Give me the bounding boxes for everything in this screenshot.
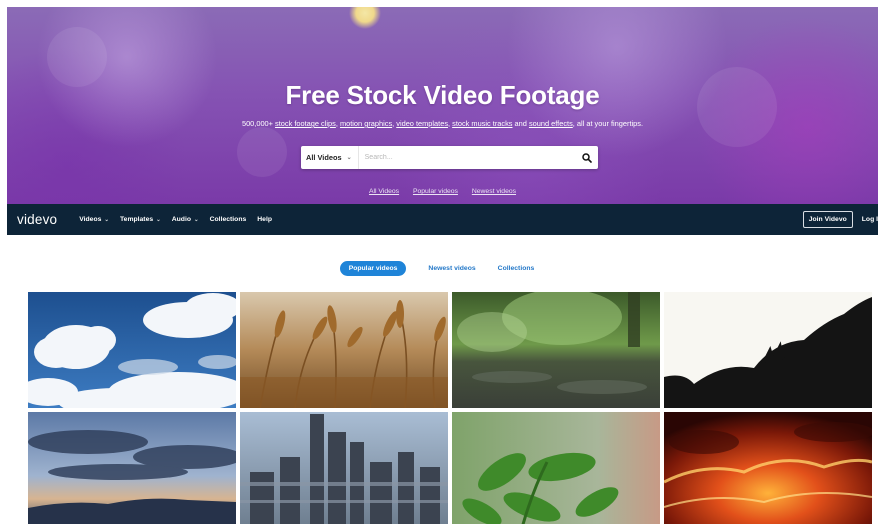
- tab-newest-videos[interactable]: Newest videos: [428, 265, 475, 272]
- bokeh-light: [47, 27, 107, 87]
- search-bar: All Videos ⌄: [301, 146, 598, 169]
- join-button[interactable]: Join Videvo: [802, 211, 853, 228]
- rain-puddle-thumbnail: [452, 292, 660, 408]
- nav-templates[interactable]: Templates ⌄: [120, 216, 161, 223]
- sunset-clouds-thumbnail: [28, 412, 236, 524]
- nav-collections[interactable]: Collections: [210, 216, 247, 223]
- stock-footage-link[interactable]: stock footage clips: [275, 119, 336, 128]
- category-select-label: All Videos: [306, 153, 342, 162]
- chevron-down-icon: ⌄: [346, 155, 352, 161]
- tab-popular-videos[interactable]: Popular videos: [339, 261, 407, 276]
- city-skyline-thumbnail: [240, 412, 448, 524]
- video-card[interactable]: [452, 292, 660, 408]
- bokeh-light: [237, 127, 287, 177]
- hero-subtitle: 500,000+ stock footage clips, motion gra…: [7, 119, 878, 128]
- page-frame: Free Stock Video Footage 500,000+ stock …: [7, 7, 878, 524]
- quick-links: All Videos Popular videos Newest videos: [7, 188, 878, 195]
- hero-title: Free Stock Video Footage: [285, 80, 600, 110]
- nav-help-label: Help: [257, 216, 272, 223]
- nav-videos[interactable]: Videos ⌄: [79, 216, 109, 223]
- login-link[interactable]: Log I: [862, 216, 878, 223]
- nav-templates-label: Templates: [120, 216, 154, 223]
- chevron-down-icon: ⌄: [104, 216, 110, 223]
- main-navbar: videvo Videos ⌄ Templates ⌄ Audio ⌄ Coll…: [7, 204, 878, 235]
- chevron-down-icon: ⌄: [194, 216, 199, 223]
- nav-collections-label: Collections: [209, 216, 247, 223]
- wheat-field-thumbnail: [240, 292, 448, 408]
- lava-thumbnail: [664, 412, 872, 524]
- newest-videos-link[interactable]: Newest videos: [472, 188, 516, 195]
- stock-music-link[interactable]: stock music tracks: [452, 119, 512, 128]
- green-leaves-thumbnail: [452, 412, 660, 524]
- video-card[interactable]: [240, 412, 448, 524]
- subtitle-text: 500,000+: [241, 119, 276, 128]
- video-card[interactable]: [452, 412, 660, 524]
- all-videos-link[interactable]: All Videos: [369, 188, 399, 195]
- video-card[interactable]: [664, 292, 872, 408]
- search-input[interactable]: [358, 146, 576, 169]
- videvo-logo[interactable]: videvo: [17, 212, 57, 227]
- sound-effects-link[interactable]: sound effects: [529, 119, 573, 128]
- category-select[interactable]: All Videos ⌄: [301, 146, 359, 169]
- search-icon[interactable]: [576, 146, 598, 169]
- video-card[interactable]: [28, 412, 236, 524]
- nav-videos-label: Videos: [79, 216, 102, 223]
- subtitle-text: , all at your fingertips.: [572, 119, 644, 128]
- nav-audio[interactable]: Audio ⌄: [172, 216, 199, 223]
- video-templates-link[interactable]: video templates: [396, 119, 448, 128]
- black-white-splash-thumbnail: [664, 292, 872, 408]
- subtitle-text: and: [512, 119, 529, 128]
- motion-graphics-link[interactable]: motion graphics: [340, 119, 392, 128]
- hero-banner: Free Stock Video Footage 500,000+ stock …: [7, 7, 878, 204]
- video-card[interactable]: [28, 292, 236, 408]
- nav-audio-label: Audio: [171, 216, 192, 223]
- video-card[interactable]: [664, 412, 872, 524]
- clouds-thumbnail: [28, 292, 236, 408]
- video-tabs: Popular videos Newest videos Collections: [7, 261, 878, 276]
- nav-account: Join Videvo Log I: [802, 211, 878, 228]
- popular-videos-link[interactable]: Popular videos: [413, 188, 458, 195]
- nav-help[interactable]: Help: [257, 216, 272, 223]
- video-card[interactable]: [240, 292, 448, 408]
- chevron-down-icon: ⌄: [156, 216, 161, 223]
- tab-collections[interactable]: Collections: [498, 265, 535, 272]
